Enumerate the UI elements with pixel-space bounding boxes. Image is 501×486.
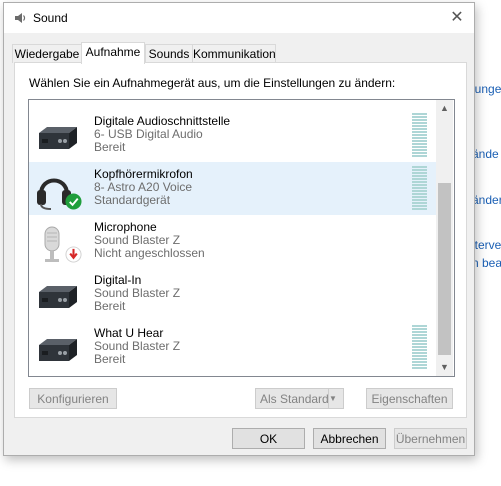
scroll-up-icon[interactable]: ▲ xyxy=(436,100,453,117)
close-button[interactable]: ✕ xyxy=(446,8,468,28)
background-link[interactable]: n bea xyxy=(472,256,501,270)
device-status: Bereit xyxy=(94,352,126,366)
sound-dialog: Sound ✕ Wiedergabe Aufnahme Sounds Kommu… xyxy=(3,2,475,456)
chevron-down-icon[interactable]: ▼ xyxy=(328,389,343,408)
unplugged-arrow-icon xyxy=(65,246,82,263)
line-in-box-icon xyxy=(39,339,77,361)
list-item[interactable]: Microphone Sound Blaster Z Nicht angesch… xyxy=(29,215,436,268)
recording-panel: Wählen Sie ein Aufnahmegerät aus, um die… xyxy=(14,62,467,418)
properties-button[interactable]: Eigenschaften xyxy=(366,388,453,409)
list-item-selected[interactable]: Kopfhörermikrofon 8- Astro A20 Voice Sta… xyxy=(29,162,436,215)
device-name: Digital-In xyxy=(94,273,142,287)
tab-aufnahme[interactable]: Aufnahme xyxy=(81,42,145,64)
device-name: Digitale Audioschnittstelle xyxy=(94,114,231,128)
list-item[interactable]: Digital-In Sound Blaster Z Bereit xyxy=(29,268,436,321)
line-in-box-icon xyxy=(39,127,77,149)
default-check-icon xyxy=(65,193,82,210)
set-default-button[interactable]: Als Standard ▼ xyxy=(255,388,344,409)
device-status: Standardgerät xyxy=(94,193,171,207)
line-in-box-icon xyxy=(39,286,77,308)
device-icon-partial xyxy=(59,99,81,104)
list-item[interactable]: What U Hear Sound Blaster Z Bereit xyxy=(29,321,436,374)
tab-kommunikation[interactable]: Kommunikation xyxy=(192,44,276,63)
device-list[interactable]: Digitale Audioschnittstelle 6- USB Digit… xyxy=(28,99,455,377)
device-description: 6- USB Digital Audio xyxy=(94,127,203,141)
list-item[interactable]: Digitale Audioschnittstelle 6- USB Digit… xyxy=(29,109,436,162)
background-link[interactable]: ltervei xyxy=(472,238,501,252)
tab-sounds[interactable]: Sounds xyxy=(145,44,193,63)
tab-wiedergabe[interactable]: Wiedergabe xyxy=(12,44,82,63)
device-name: Microphone xyxy=(94,220,157,234)
device-name: What U Hear xyxy=(94,326,164,340)
device-description: Sound Blaster Z xyxy=(94,339,181,353)
scroll-thumb[interactable] xyxy=(438,183,451,355)
device-status: Bereit xyxy=(94,299,126,313)
device-status: Nicht angeschlossen xyxy=(94,246,205,260)
configure-button[interactable]: Konfigurieren xyxy=(29,388,117,409)
level-meter xyxy=(412,325,427,370)
background-link[interactable]: lungen xyxy=(472,82,501,96)
level-meter xyxy=(412,166,427,211)
title-bar: Sound ✕ xyxy=(4,3,474,33)
instruction-text: Wählen Sie ein Aufnahmegerät aus, um die… xyxy=(29,76,396,90)
device-name: Kopfhörermikrofon xyxy=(94,167,193,181)
level-meter xyxy=(412,113,427,158)
background-link[interactable]: ände xyxy=(472,147,499,161)
background-link[interactable]: änder xyxy=(472,193,501,207)
close-icon: ✕ xyxy=(450,9,464,26)
speaker-icon xyxy=(15,13,26,23)
device-description: 8- Astro A20 Voice xyxy=(94,180,193,194)
set-default-label: Als Standard xyxy=(260,392,329,406)
vertical-scrollbar[interactable]: ▲ ▼ xyxy=(436,100,453,376)
ok-button[interactable]: OK xyxy=(232,428,305,449)
apply-button[interactable]: Übernehmen xyxy=(394,428,467,449)
device-description: Sound Blaster Z xyxy=(94,286,181,300)
window-title: Sound xyxy=(33,11,68,25)
cancel-button[interactable]: Abbrechen xyxy=(313,428,386,449)
device-description: Sound Blaster Z xyxy=(94,233,181,247)
scroll-down-icon[interactable]: ▼ xyxy=(436,359,453,376)
device-status: Bereit xyxy=(94,140,126,154)
